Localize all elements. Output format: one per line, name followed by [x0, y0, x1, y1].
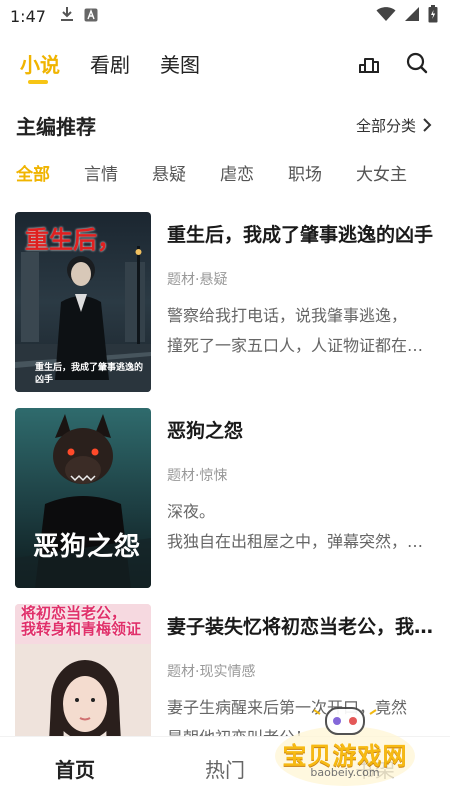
cover-title-text: 重生后， [25, 225, 121, 254]
book-genre-tag: 题材·惊悚 [167, 468, 228, 484]
app-notification-icon [84, 7, 98, 26]
cover-subtitle-text: 我转身和青梅领证 [21, 620, 142, 638]
section-title: 主编推荐 [16, 114, 96, 139]
download-icon [60, 6, 74, 26]
book-item[interactable]: 恶狗之怨 恶狗之怨 题材·惊悚 深夜。 我独自在出租屋之中，弹幕突然，… [15, 408, 436, 588]
status-bar: 1:47 [0, 0, 450, 32]
book-description: 警察给我打电话，说我肇事逃逸， 撞死了一家五口人，人证物证都在… [167, 301, 436, 361]
book-cover[interactable]: 恶狗之怨 [15, 408, 151, 588]
category-workplace[interactable]: 职场 [288, 160, 322, 185]
section-header: 主编推荐 全部分类 [16, 108, 432, 142]
ranking-icon[interactable] [356, 50, 382, 76]
category-angst[interactable]: 虐恋 [220, 160, 254, 185]
book-desc-line: 深夜。 [167, 502, 216, 521]
tab-novel[interactable]: 小说 [20, 49, 60, 84]
top-nav: 小说 看剧 美图 [0, 40, 450, 86]
watermark-logo: 宝贝游戏网 baobeiy.com [270, 706, 420, 786]
tab-drama[interactable]: 看剧 [90, 49, 130, 78]
category-all[interactable]: 全部 [16, 160, 50, 185]
tab-images[interactable]: 美图 [160, 49, 200, 78]
book-genre-tag: 题材·悬疑 [167, 272, 228, 288]
all-categories-link[interactable]: 全部分类 [356, 115, 432, 136]
category-heroine[interactable]: 大女主 [356, 160, 407, 185]
chevron-right-icon [423, 118, 432, 132]
watermark-url: baobeiy.com [310, 766, 380, 779]
cover-title-text: 恶狗之怨 [33, 532, 142, 562]
book-title[interactable]: 恶狗之怨 [167, 416, 436, 443]
book-desc-line: 撞死了一家五口人，人证物证都在… [167, 336, 424, 355]
book-title[interactable]: 重生后，我成了肇事逃逸的凶手 [167, 220, 436, 247]
status-time: 1:47 [10, 6, 46, 26]
book-desc-line: 我独自在出租屋之中，弹幕突然，… [167, 532, 424, 551]
book-genre-tag: 题材·现实情感 [167, 664, 256, 680]
cover-subtitle-text: 重生后，我成了肇事逃逸的凶手 [35, 363, 144, 385]
signal-icon [404, 6, 420, 26]
category-filter: 全部 言情 悬疑 虐恋 职场 大女主 [16, 156, 440, 188]
book-desc-line: 警察给我打电话，说我肇事逃逸， [167, 306, 408, 325]
battery-icon [428, 5, 438, 27]
bottom-nav-home[interactable]: 首页 [0, 754, 150, 783]
category-suspense[interactable]: 悬疑 [152, 160, 186, 185]
search-icon[interactable] [404, 50, 430, 76]
book-item[interactable]: 重生后， 重生后，我成了肇事逃逸的凶手 重生后，我成了肇事逃逸的凶手 题材·悬疑… [15, 212, 436, 392]
all-categories-label: 全部分类 [355, 116, 416, 135]
book-title[interactable]: 妻子装失忆将初恋当老公，我转身和青梅领证 [167, 612, 436, 639]
book-cover[interactable]: 重生后， 重生后，我成了肇事逃逸的凶手 [15, 212, 151, 392]
category-romance[interactable]: 言情 [84, 160, 118, 185]
wifi-icon [376, 6, 396, 26]
book-description: 深夜。 我独自在出租屋之中，弹幕突然，… [167, 497, 436, 557]
